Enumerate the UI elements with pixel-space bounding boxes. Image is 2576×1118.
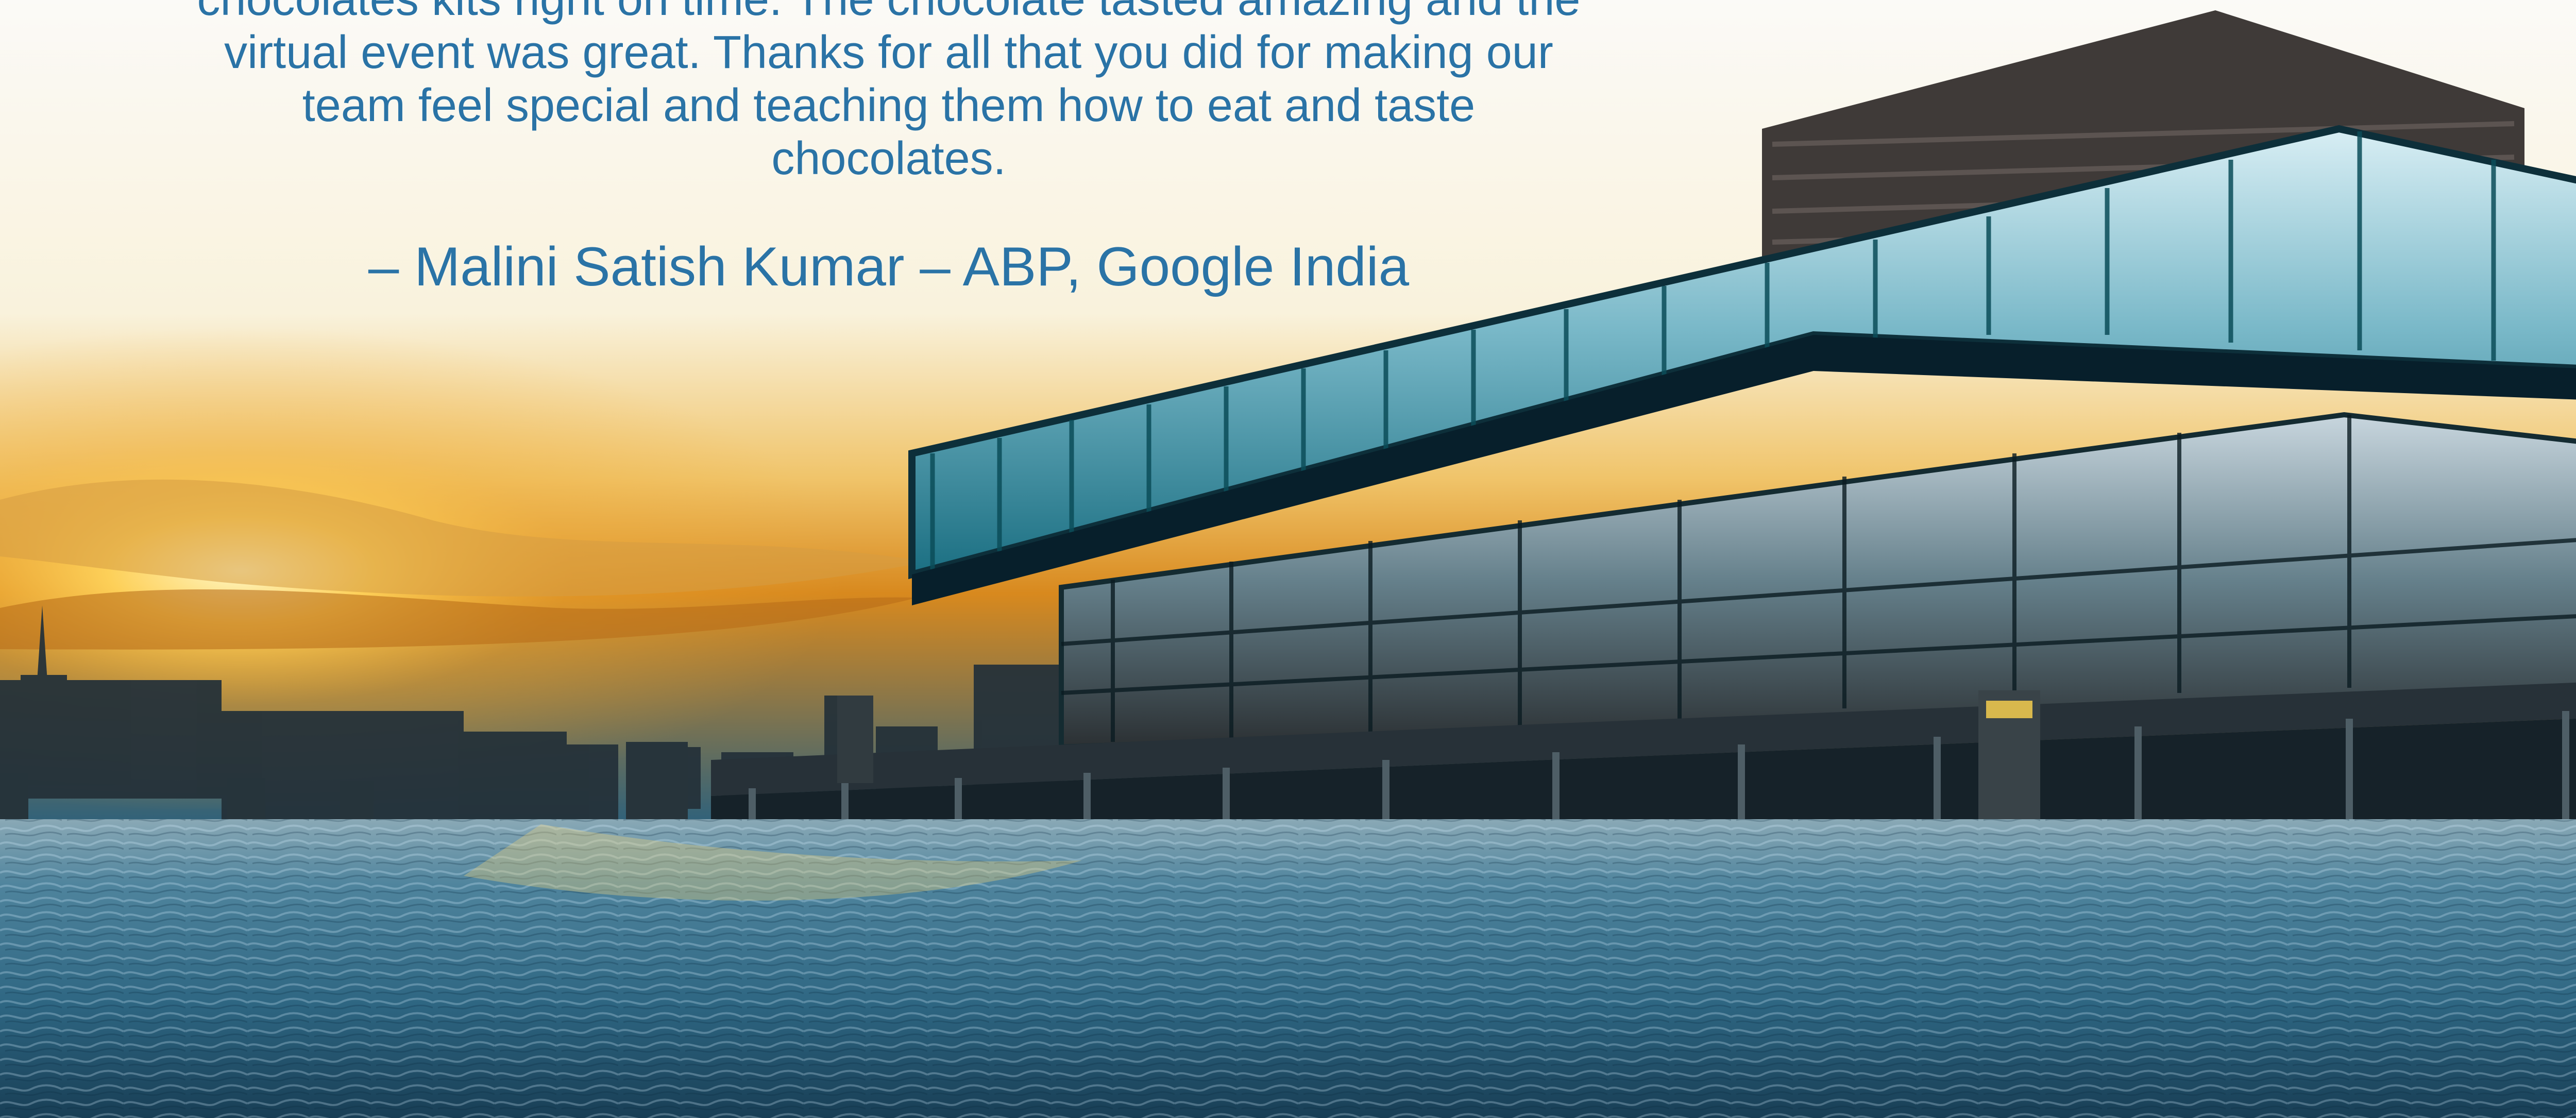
water-ripples [0, 819, 2576, 1118]
testimonial-quote: chocolates kits right on time. The choco… [129, 0, 1649, 297]
testimonial-attribution: – Malini Satish Kumar – ABP, Google Indi… [368, 235, 1410, 297]
quote-line-4: chocolates. [771, 133, 1006, 184]
quote-line-3: team feel special and teaching them how … [302, 80, 1476, 131]
quote-line-1: chocolates kits right on time. The choco… [129, 0, 1649, 26]
testimonial-hero: chocolates kits right on time. The choco… [0, 0, 2576, 1118]
quote-line-2: virtual event was great. Thanks for all … [224, 27, 1553, 78]
